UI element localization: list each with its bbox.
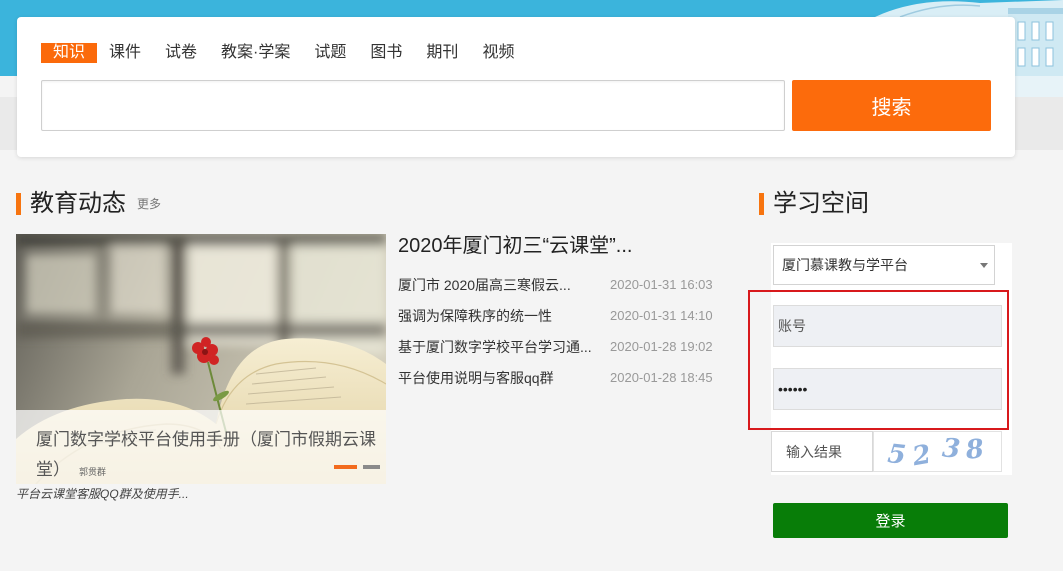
login-button[interactable]: 登录 [773,503,1008,538]
platform-select[interactable]: 厦门慕课教与学平台 [773,245,995,285]
news-item: 厦门市 2020届高三寒假云... 2020-01-31 16:03 [398,275,718,306]
tab-exam-papers[interactable]: 试卷 [153,43,209,63]
section-accent-bar [759,193,764,215]
search-input[interactable] [41,80,785,131]
news-item: 强调为保障秩序的统一性 2020-01-31 14:10 [398,306,718,337]
tab-courseware[interactable]: 课件 [97,43,153,63]
password-input[interactable] [773,368,1002,410]
section-accent-bar [16,193,21,215]
slider-photo-text: 郭贯群 [79,467,107,477]
platform-select-value: 厦门慕课教与学平台 [782,257,908,273]
search-panel: 知识 课件 试卷 教案·学案 试题 图书 期刊 视频 搜索 [17,17,1015,157]
news-item-title[interactable]: 基于厦门数字学校平台学习通... [398,337,592,357]
slider-indicator[interactable] [363,465,380,469]
search-category-tabs: 知识 课件 试卷 教案·学案 试题 图书 期刊 视频 [41,43,526,63]
captcha-digit: 3 [941,432,962,465]
tab-videos[interactable]: 视频 [470,43,526,63]
news-item: 基于厦门数字学校平台学习通... 2020-01-28 19:02 [398,337,718,368]
search-button[interactable]: 搜索 [792,80,991,131]
account-input[interactable] [773,305,1002,347]
captcha-digit: 2 [910,439,934,472]
caret-down-icon [980,263,988,268]
news-item: 平台使用说明与客服qq群 2020-01-28 18:45 [398,368,718,399]
news-slider[interactable]: 厦门数字学校平台使用手册（厦门市假期云课堂） 郭贯群 [16,234,386,484]
captcha-digit: 5 [886,438,908,471]
news-item-date: 2020-01-28 18:45 [610,370,713,385]
news-headline[interactable]: 2020年厦门初三“云课堂”... [398,234,632,258]
news-item-date: 2020-01-28 19:02 [610,339,713,354]
tab-books[interactable]: 图书 [358,43,414,63]
tab-journals[interactable]: 期刊 [414,43,470,63]
captcha-input[interactable] [771,431,873,472]
slider-indicator-active[interactable] [334,465,357,469]
news-item-title[interactable]: 厦门市 2020届高三寒假云... [398,275,571,295]
captcha-image[interactable]: 5 2 3 8 [873,431,1002,472]
news-item-date: 2020-01-31 16:03 [610,277,713,292]
login-section-title: 学习空间 [773,190,869,217]
slider-subcaption[interactable]: 平台云课堂客服QQ群及使用手... [16,487,189,501]
news-section-title: 教育动态 [30,190,126,217]
slider-caption-overlay: 厦门数字学校平台使用手册（厦门市假期云课堂） 郭贯群 [16,410,386,484]
captcha-digit: 8 [964,433,986,466]
tab-knowledge[interactable]: 知识 [41,43,98,63]
news-more-link[interactable]: 更多 [137,197,161,211]
news-item-title[interactable]: 强调为保障秩序的统一性 [398,306,552,326]
news-list: 厦门市 2020届高三寒假云... 2020-01-31 16:03 强调为保障… [398,275,718,399]
news-item-title[interactable]: 平台使用说明与客服qq群 [398,368,554,388]
tab-questions[interactable]: 试题 [302,43,358,63]
news-item-date: 2020-01-31 14:10 [610,308,713,323]
tab-lesson-plans[interactable]: 教案·学案 [209,43,302,63]
